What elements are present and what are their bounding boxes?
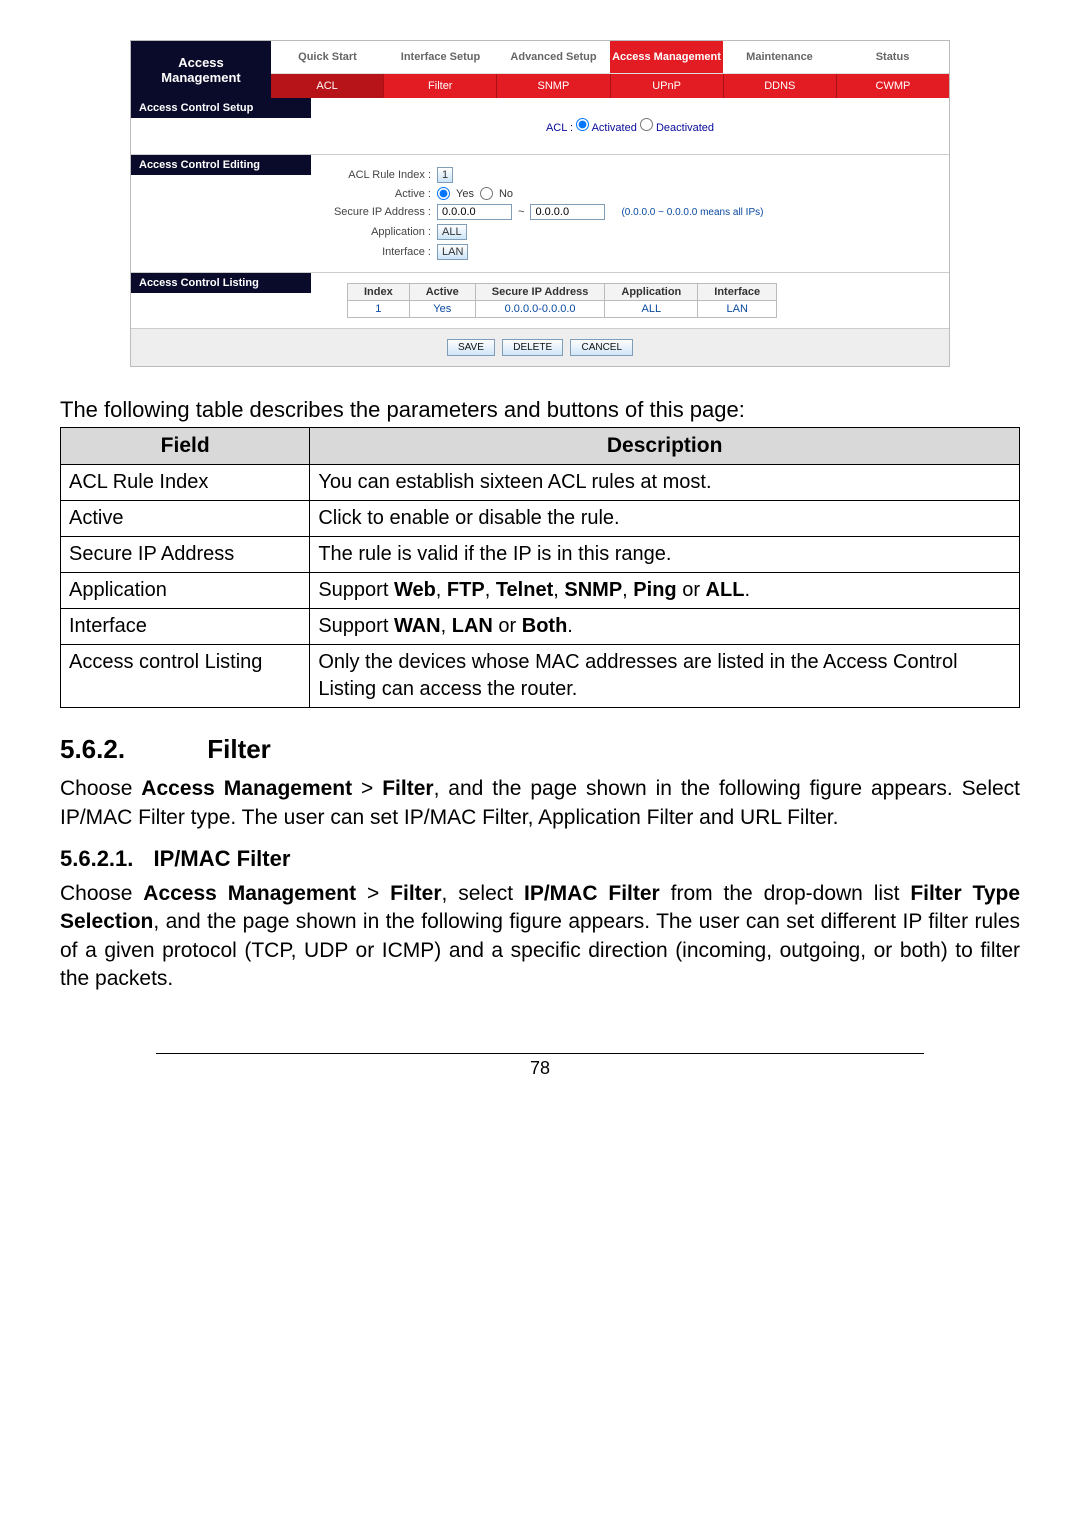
active-no-label: No (499, 188, 513, 200)
cell-index: 1 (348, 301, 410, 318)
main-tabs: Quick Start Interface Setup Advanced Set… (271, 41, 949, 74)
active-yes-radio[interactable] (437, 187, 450, 200)
table-row: ACL Rule IndexYou can establish sixteen … (61, 465, 1020, 501)
active-no-radio[interactable] (480, 187, 493, 200)
save-button[interactable]: SAVE (447, 339, 495, 356)
listing-th-index: Index (348, 284, 410, 301)
para-562: Choose Access Management > Filter, and t… (60, 775, 1020, 832)
active-yes-label: Yes (456, 188, 474, 200)
heading-562-num: 5.6.2. (60, 734, 200, 765)
section-title-acl-listing: Access Control Listing (131, 273, 311, 293)
section-title-acl-editing: Access Control Editing (131, 155, 311, 175)
interface-select[interactable]: LAN (437, 244, 468, 260)
interface-label: Interface : (317, 246, 437, 258)
subtab-snmp[interactable]: SNMP (497, 74, 610, 98)
cell-desc: Support Web, FTP, Telnet, SNMP, Ping or … (310, 573, 1020, 609)
acl-label: ACL : (546, 122, 573, 134)
cell-interface: LAN (698, 301, 777, 318)
active-label: Active : (317, 188, 437, 200)
table-caption: The following table describes the parame… (60, 397, 1020, 423)
secure-ip-to[interactable] (530, 204, 605, 220)
listing-table: Index Active Secure IP Address Applicati… (347, 283, 777, 318)
sidebar-line1: Access (178, 55, 224, 70)
page-number: 78 (156, 1053, 924, 1079)
cell-field: Active (61, 501, 310, 537)
tab-quick-start[interactable]: Quick Start (271, 41, 384, 73)
router-admin-screenshot: Access Management Quick Start Interface … (130, 40, 950, 367)
tab-advanced-setup[interactable]: Advanced Setup (497, 41, 610, 73)
heading-5621-num: 5.6.2.1. (60, 846, 133, 872)
sidebar-line2: Management (161, 70, 240, 85)
listing-row: 1 Yes 0.0.0.0-0.0.0.0 ALL LAN (348, 301, 777, 318)
tab-status[interactable]: Status (836, 41, 949, 73)
cell-field: Access control Listing (61, 645, 310, 708)
secure-ip-label: Secure IP Address : (317, 206, 437, 218)
left-sidebar-title: Access Management (131, 41, 271, 98)
table-row: Access control ListingOnly the devices w… (61, 645, 1020, 708)
rule-index-label: ACL Rule Index : (317, 169, 437, 181)
section-title-acl-setup: Access Control Setup (131, 98, 311, 118)
rule-index-select[interactable]: 1 (437, 167, 453, 183)
cell-application: ALL (605, 301, 698, 318)
cell-field: ACL Rule Index (61, 465, 310, 501)
subtab-ddns[interactable]: DDNS (724, 74, 837, 98)
delete-button[interactable]: DELETE (502, 339, 563, 356)
cell-secureip: 0.0.0.0-0.0.0.0 (475, 301, 605, 318)
application-label: Application : (317, 226, 437, 238)
table-row: ActiveClick to enable or disable the rul… (61, 501, 1020, 537)
param-th-desc: Description (310, 428, 1020, 465)
secure-ip-from[interactable] (437, 204, 512, 220)
cell-desc: Support WAN, LAN or Both. (310, 609, 1020, 645)
heading-5621: 5.6.2.1. IP/MAC Filter (60, 846, 1020, 872)
heading-5621-title: IP/MAC Filter (154, 846, 291, 871)
tab-maintenance[interactable]: Maintenance (723, 41, 836, 73)
subtab-filter[interactable]: Filter (384, 74, 497, 98)
table-row: ApplicationSupport Web, FTP, Telnet, SNM… (61, 573, 1020, 609)
cell-active: Yes (409, 301, 475, 318)
cell-field: Application (61, 573, 310, 609)
table-row: InterfaceSupport WAN, LAN or Both. (61, 609, 1020, 645)
para-5621: Choose Access Management > Filter, selec… (60, 880, 1020, 993)
acl-activated-label: Activated (592, 122, 637, 134)
heading-562: 5.6.2. Filter (60, 734, 1020, 765)
tab-interface-setup[interactable]: Interface Setup (384, 41, 497, 73)
acl-deactivated-radio[interactable] (640, 118, 653, 131)
listing-th-secureip: Secure IP Address (475, 284, 605, 301)
acl-deactivated-label: Deactivated (656, 122, 714, 134)
parameter-table: Field Description ACL Rule IndexYou can … (60, 427, 1020, 708)
subtab-acl[interactable]: ACL (271, 74, 384, 98)
listing-th-application: Application (605, 284, 698, 301)
listing-th-interface: Interface (698, 284, 777, 301)
cancel-button[interactable]: CANCEL (570, 339, 633, 356)
cell-field: Interface (61, 609, 310, 645)
sub-tabs: ACL Filter SNMP UPnP DDNS CWMP (271, 74, 949, 98)
heading-562-title: Filter (207, 734, 271, 764)
tab-access-management[interactable]: Access Management (610, 41, 723, 73)
acl-activated-radio[interactable] (576, 118, 589, 131)
application-select[interactable]: ALL (437, 224, 467, 240)
cell-desc: Only the devices whose MAC addresses are… (310, 645, 1020, 708)
param-th-field: Field (61, 428, 310, 465)
tilde: ~ (518, 206, 524, 218)
table-row: Secure IP AddressThe rule is valid if th… (61, 537, 1020, 573)
cell-desc: You can establish sixteen ACL rules at m… (310, 465, 1020, 501)
subtab-upnp[interactable]: UPnP (611, 74, 724, 98)
secure-ip-note: (0.0.0.0 ~ 0.0.0.0 means all IPs) (621, 207, 763, 218)
cell-desc: Click to enable or disable the rule. (310, 501, 1020, 537)
cell-field: Secure IP Address (61, 537, 310, 573)
listing-th-active: Active (409, 284, 475, 301)
subtab-cwmp[interactable]: CWMP (837, 74, 949, 98)
cell-desc: The rule is valid if the IP is in this r… (310, 537, 1020, 573)
